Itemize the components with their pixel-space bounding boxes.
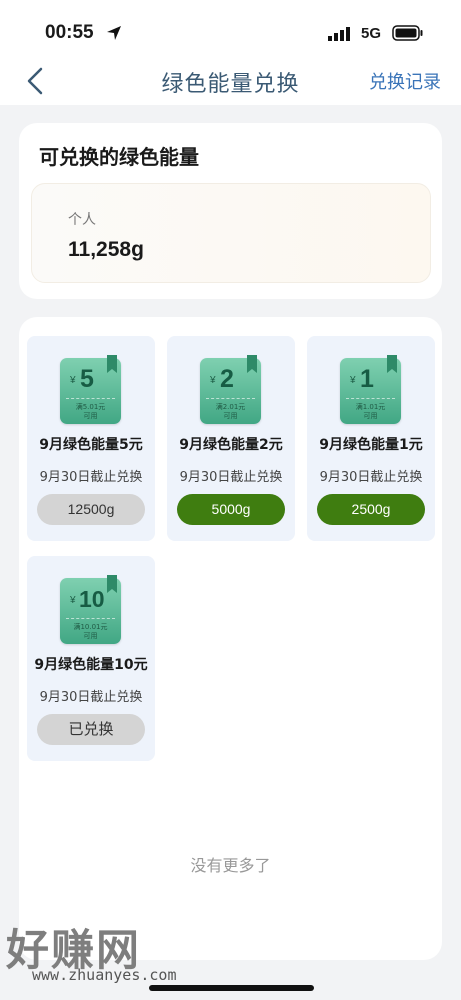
coupon-currency: ¥ (350, 375, 356, 386)
redeemed-button: 已兑换 (37, 714, 145, 745)
redeem-button[interactable]: 2500g (317, 494, 425, 525)
status-bar: 00:55 5G (0, 0, 461, 60)
reward-name: 9月绿色能量10元 (34, 657, 148, 673)
reward-tile: ¥ 10 满10.01元 可用 9月绿色能量10元 9月30日截止兑换 已兑换 (27, 556, 155, 761)
coupon-condition: 满10.01元 可用 (73, 623, 108, 640)
signal-icon (328, 27, 350, 41)
coupon-image: ¥ 1 满1.01元 可用 (340, 355, 401, 424)
coupon-condition: 满2.01元 可用 (215, 403, 246, 420)
bookmark-icon (387, 355, 397, 373)
watermark-url: www.zhuanyes.com (32, 966, 177, 984)
coupon-currency: ¥ (210, 375, 216, 386)
network-type: 5G (361, 25, 382, 42)
redeem-button[interactable]: 5000g (177, 494, 285, 525)
energy-label: 个人 (68, 212, 96, 228)
location-arrow-icon (107, 26, 121, 40)
nav-bar: 绿色能量兑换 兑换记录 (0, 60, 461, 105)
bookmark-icon (107, 575, 117, 593)
redeem-button[interactable]: 12500g (37, 494, 145, 525)
reward-name: 9月绿色能量2元 (179, 437, 283, 453)
coupon-amount: 5 (80, 365, 94, 393)
coupon-image: ¥ 2 满2.01元 可用 (200, 355, 261, 424)
reward-deadline: 9月30日截止兑换 (39, 470, 143, 485)
coupon-image: ¥ 5 满5.01元 可用 (60, 355, 121, 424)
energy-card-title: 可兑换的绿色能量 (39, 145, 199, 169)
coupon-amount: 1 (360, 365, 374, 393)
rewards-card: ¥ 5 满5.01元 可用 9月绿色能量5元 9月30日截止兑换 12500g ¥… (19, 317, 442, 960)
reward-tile: ¥ 1 满1.01元 可用 9月绿色能量1元 9月30日截止兑换 2500g (307, 336, 435, 541)
coupon-currency: ¥ (70, 375, 76, 386)
reward-deadline: 9月30日截止兑换 (319, 470, 423, 485)
coupon-amount: 2 (220, 365, 234, 393)
energy-card: 可兑换的绿色能量 个人 11,258g (19, 123, 442, 299)
reward-deadline: 9月30日截止兑换 (179, 470, 283, 485)
redeem-history-link[interactable]: 兑换记录 (369, 68, 441, 94)
reward-deadline: 9月30日截止兑换 (39, 690, 143, 705)
reward-name: 9月绿色能量5元 (39, 437, 143, 453)
reward-name: 9月绿色能量1元 (319, 437, 423, 453)
bookmark-icon (107, 355, 117, 373)
personal-energy-box: 个人 11,258g (31, 183, 431, 283)
coupon-condition: 满5.01元 可用 (75, 403, 106, 420)
coupon-condition: 满1.01元 可用 (355, 403, 386, 420)
coupon-currency: ¥ (70, 595, 76, 606)
coupon-image: ¥ 10 满10.01元 可用 (60, 575, 121, 644)
no-more-text: 没有更多了 (190, 856, 271, 875)
bookmark-icon (247, 355, 257, 373)
coupon-amount: 10 (79, 586, 105, 612)
reward-tile: ¥ 5 满5.01元 可用 9月绿色能量5元 9月30日截止兑换 12500g (27, 336, 155, 541)
reward-tile: ¥ 2 满2.01元 可用 9月绿色能量2元 9月30日截止兑换 5000g (167, 336, 295, 541)
status-time: 00:55 (45, 22, 94, 43)
energy-value: 11,258g (68, 238, 144, 261)
battery-icon (392, 25, 423, 41)
home-indicator[interactable] (149, 985, 314, 991)
